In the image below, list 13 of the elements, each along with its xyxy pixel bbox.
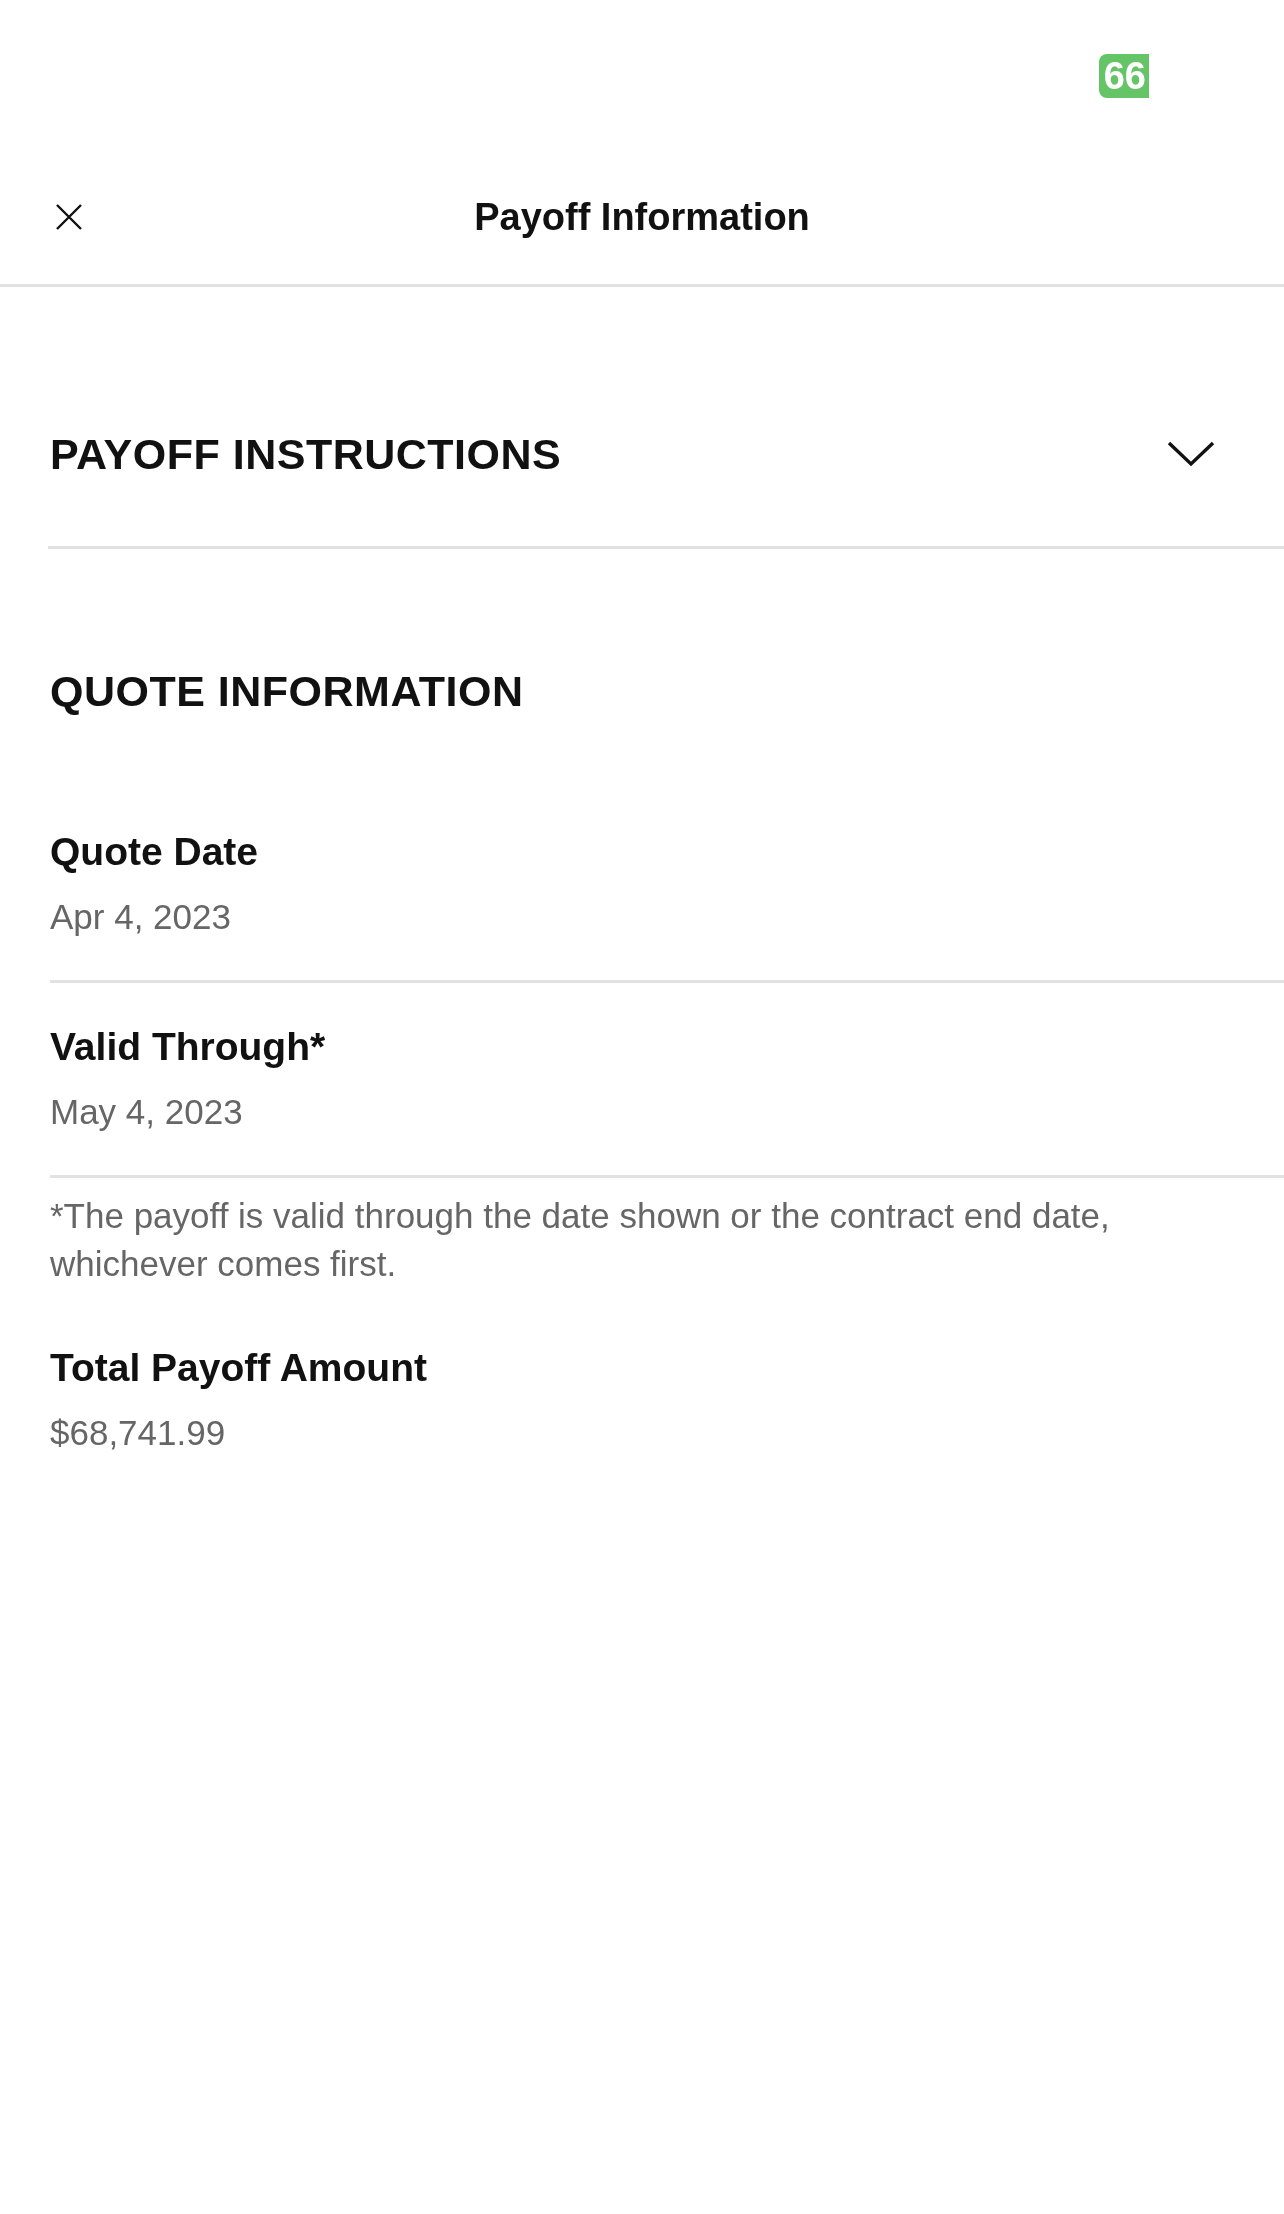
field-label: Total Payoff Amount — [50, 1345, 428, 1391]
close-icon — [56, 204, 82, 230]
field-value: $68,741.99 — [50, 1412, 227, 1454]
battery-badge: 66 — [1098, 54, 1149, 98]
field-label: Quote Date — [50, 829, 260, 875]
section-heading: QUOTE INFORMATION — [50, 666, 525, 717]
field-value: Apr 4, 2023 — [50, 896, 232, 938]
accordion-header[interactable]: PAYOFF INSTRUCTIONS — [48, 287, 1284, 549]
field-label: Valid Through* — [50, 1024, 327, 1070]
field-value: May 4, 2023 — [50, 1091, 244, 1133]
close-button[interactable] — [56, 204, 82, 230]
page-title: Payoff Information — [474, 195, 810, 240]
footnote: *The payoff is valid through the date shown or the contract end date, whichever comes first. — [50, 1195, 1111, 1285]
